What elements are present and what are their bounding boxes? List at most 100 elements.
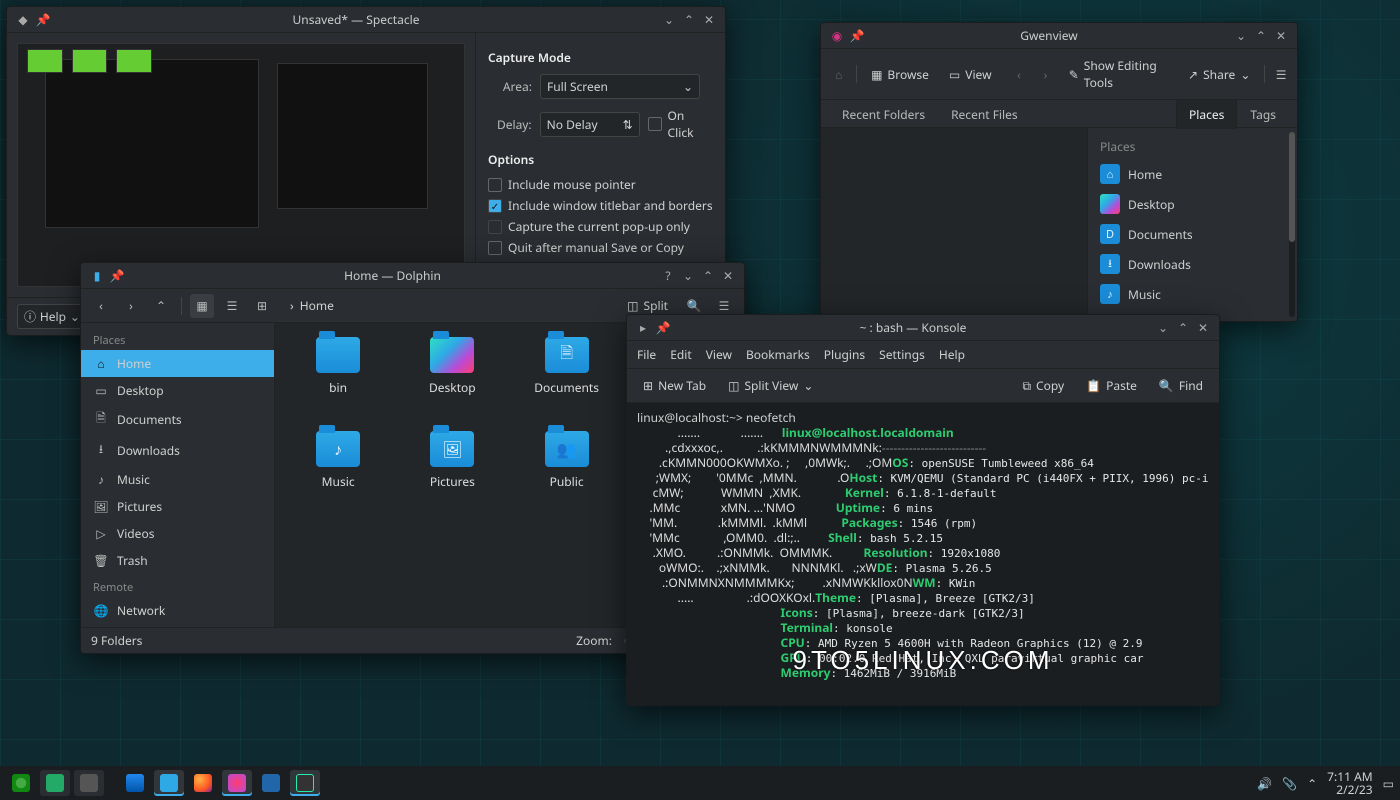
show-desktop-button[interactable]: ▭ (1383, 775, 1394, 792)
sidebar-item[interactable]: 🖼Pictures (81, 493, 274, 520)
paste-button[interactable]: 📋Paste (1078, 373, 1145, 398)
help-button[interactable]: ? (659, 267, 677, 285)
up-button[interactable]: ⌃ (149, 294, 173, 318)
sidebar-item[interactable]: ▭Desktop (81, 377, 274, 404)
share-button[interactable]: ↗Share⌄ (1180, 62, 1258, 87)
back-button[interactable]: ‹ (89, 294, 113, 318)
minimize-button[interactable]: ⌄ (679, 267, 697, 285)
place-item[interactable]: ⌂Home (1092, 159, 1283, 189)
option-checkbox[interactable]: Include mouse pointer (488, 176, 713, 193)
task-gwenview[interactable] (222, 770, 252, 796)
onclick-checkbox[interactable]: On Click (648, 107, 713, 141)
folder-item[interactable]: 👥Public (514, 431, 620, 517)
folder-item[interactable]: 🖼Pictures (399, 431, 505, 517)
next-button[interactable]: › (1034, 62, 1057, 86)
browse-button[interactable]: ▦Browse (863, 62, 937, 87)
folder-item[interactable]: Desktop (399, 337, 505, 423)
breadcrumb[interactable]: ›Home (290, 297, 334, 314)
task-spectacle[interactable] (40, 770, 70, 796)
dolphin-titlebar[interactable]: ▮ 📌 Home — Dolphin ? ⌄ ⌃ ✕ (81, 263, 744, 289)
help-button[interactable]: ⓘ Help ⌄ (17, 304, 87, 329)
maximize-button[interactable]: ⌃ (680, 11, 698, 29)
delay-label: Delay: (488, 116, 532, 133)
menu-button[interactable]: ☰ (1271, 62, 1291, 86)
area-select[interactable]: Full Screen⌄ (540, 74, 700, 99)
area-label: Area: (488, 78, 532, 95)
maximize-button[interactable]: ⌃ (1252, 27, 1270, 45)
volume-icon[interactable]: 🔊 (1257, 775, 1272, 792)
konsole-titlebar[interactable]: ▸ 📌 ~ : bash — Konsole ⌄ ⌃ ✕ (627, 315, 1219, 341)
folder-item[interactable]: ♪Music (285, 431, 391, 517)
tab[interactable]: Recent Folders (829, 99, 938, 129)
close-button[interactable]: ✕ (719, 267, 737, 285)
clock[interactable]: 7:11 AM 2/2/23 (1327, 770, 1372, 796)
close-button[interactable]: ✕ (1272, 27, 1290, 45)
task-manager[interactable] (74, 770, 104, 796)
place-item[interactable]: DDocuments (1092, 219, 1283, 249)
task-konsole[interactable] (290, 770, 320, 796)
details-view-button[interactable]: ⊞ (250, 294, 274, 318)
place-item[interactable]: ⭳Downloads (1092, 249, 1283, 279)
task-kate[interactable] (256, 770, 286, 796)
minimize-button[interactable]: ⌄ (1154, 319, 1172, 337)
menu-item[interactable]: Bookmarks (746, 346, 810, 363)
menu-item[interactable]: Settings (879, 346, 925, 363)
editing-tools-button[interactable]: ✎Show Editing Tools (1061, 53, 1176, 95)
scrollbar[interactable] (1289, 132, 1295, 317)
close-button[interactable]: ✕ (1194, 319, 1212, 337)
home-button[interactable]: ⌂ (827, 62, 850, 86)
spectacle-titlebar[interactable]: ◆ 📌 Unsaved* — Spectacle ⌄ ⌃ ✕ (7, 7, 725, 33)
gwenview-titlebar[interactable]: ◉ 📌 Gwenview ⌄ ⌃ ✕ (821, 23, 1297, 49)
delay-select[interactable]: No Delay⇅ (540, 112, 640, 137)
close-button[interactable]: ✕ (700, 11, 718, 29)
screenshot-preview (7, 33, 475, 297)
new-tab-button[interactable]: ⊞New Tab (635, 373, 714, 398)
tab[interactable]: Tags (1237, 99, 1289, 129)
sidebar-item[interactable]: ⭳Downloads (81, 435, 274, 466)
pin-icon[interactable]: 📌 (848, 27, 866, 45)
compact-view-button[interactable]: ☰ (220, 294, 244, 318)
maximize-button[interactable]: ⌃ (1174, 319, 1192, 337)
place-item[interactable]: ♪Music (1092, 279, 1283, 309)
app-launcher[interactable] (6, 770, 36, 796)
task-dolphin[interactable] (154, 770, 184, 796)
minimize-button[interactable]: ⌄ (1232, 27, 1250, 45)
pin-icon[interactable]: 📌 (654, 319, 672, 337)
menu-item[interactable]: Edit (670, 346, 691, 363)
window-title: Gwenview (867, 27, 1231, 44)
sidebar-item[interactable]: ♪Music (81, 466, 274, 493)
sidebar-item[interactable]: 🗎Documents (81, 404, 274, 435)
find-button[interactable]: 🔍Find (1151, 373, 1211, 398)
icon-view-button[interactable]: ▦ (190, 294, 214, 318)
place-icon: ♪ (93, 471, 109, 488)
view-button[interactable]: ▭View (941, 62, 1000, 87)
tab[interactable]: Recent Files (938, 99, 1031, 129)
pin-icon[interactable]: 📌 (34, 11, 52, 29)
sidebar-item[interactable]: ⌂Home (81, 350, 274, 377)
place-item[interactable]: Desktop (1092, 189, 1283, 219)
menu-item[interactable]: Help (939, 346, 965, 363)
task-firefox[interactable] (188, 770, 218, 796)
clipboard-icon[interactable]: 📎 (1282, 775, 1297, 792)
prev-button[interactable]: ‹ (1008, 62, 1031, 86)
tab[interactable]: Places (1176, 99, 1237, 129)
maximize-button[interactable]: ⌃ (699, 267, 717, 285)
split-view-button[interactable]: ◫Split View⌄ (720, 373, 821, 398)
window-title: Unsaved* — Spectacle (53, 11, 659, 28)
sidebar-item[interactable]: ▷Videos (81, 520, 274, 547)
minimize-button[interactable]: ⌄ (660, 11, 678, 29)
menu-item[interactable]: View (706, 346, 732, 363)
folder-item[interactable]: bin (285, 337, 391, 423)
tray-expand-icon[interactable]: ⌃ (1307, 775, 1317, 792)
copy-button[interactable]: ⧉Copy (1014, 373, 1072, 398)
sidebar-item[interactable]: 🌐Network (81, 597, 274, 624)
folder-item[interactable]: 🗎Documents (514, 337, 620, 423)
option-checkbox[interactable]: Quit after manual Save or Copy (488, 239, 713, 256)
pin-icon[interactable]: 📌 (108, 267, 126, 285)
task-store[interactable] (120, 770, 150, 796)
forward-button[interactable]: › (119, 294, 143, 318)
menu-item[interactable]: Plugins (824, 346, 865, 363)
terminal-output[interactable]: linux@localhost:~> neofetch ....... ....… (627, 403, 1219, 705)
menu-item[interactable]: File (637, 346, 656, 363)
sidebar-item[interactable]: 🗑Trash (81, 547, 274, 574)
